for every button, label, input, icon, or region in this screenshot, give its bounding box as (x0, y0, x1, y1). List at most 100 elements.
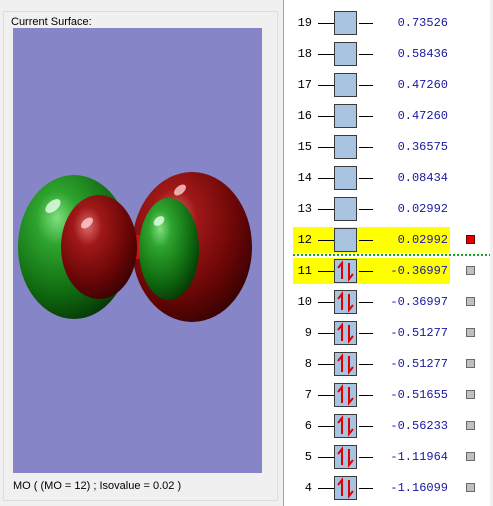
orbital-viewport[interactable] (13, 28, 262, 473)
mo-energy: -0.51277 (390, 326, 448, 340)
level-line (359, 240, 373, 241)
electron-pair-icon[interactable] (334, 290, 357, 314)
level-line (318, 488, 334, 489)
electron-pair-icon[interactable] (334, 383, 357, 407)
mo-number: 6 (304, 419, 312, 433)
mo-row[interactable]: 8 -0.51277 (284, 349, 490, 380)
mo-number: 16 (297, 109, 312, 123)
mo-row[interactable]: 18 0.58436 (284, 39, 490, 70)
empty-orbital-icon[interactable] (334, 104, 357, 128)
empty-orbital-icon[interactable] (334, 42, 357, 66)
surface-marker[interactable] (466, 266, 475, 275)
mo-number: 10 (297, 295, 312, 309)
level-line (359, 426, 373, 427)
mo-row[interactable]: 9 -0.51277 (284, 318, 490, 349)
mo-number: 4 (304, 481, 312, 495)
level-line (318, 54, 334, 55)
empty-orbital-icon[interactable] (334, 228, 357, 252)
mo-number: 17 (297, 78, 312, 92)
mo-number: 19 (297, 16, 312, 30)
level-line (359, 54, 373, 55)
empty-orbital-icon[interactable] (334, 197, 357, 221)
level-line (359, 488, 373, 489)
level-line (318, 457, 334, 458)
empty-orbital-icon[interactable] (334, 73, 357, 97)
homo-lumo-gap-line (293, 254, 490, 256)
mo-energy: 0.73526 (397, 16, 448, 30)
mo-energy: 0.58436 (397, 47, 448, 61)
mo-energy: -0.51655 (390, 388, 448, 402)
level-line (359, 457, 373, 458)
mo-list-panel[interactable]: 19 0.73526 18 0.58436 17 0.47260 16 0.47260 15 0.… (283, 0, 490, 506)
level-line (318, 364, 334, 365)
mo-row[interactable]: 12 0.02992 (284, 225, 490, 256)
level-line (318, 426, 334, 427)
mo-energy: 0.02992 (397, 233, 448, 247)
mo-row[interactable]: 6 -0.56233 (284, 411, 490, 442)
mo-row[interactable]: 5 -1.11964 (284, 442, 490, 473)
mo-energy: 0.08434 (397, 171, 448, 185)
surface-marker[interactable] (466, 297, 475, 306)
empty-orbital-icon[interactable] (334, 11, 357, 35)
level-line (318, 302, 334, 303)
level-line (359, 85, 373, 86)
mo-number: 9 (304, 326, 312, 340)
level-line (359, 116, 373, 117)
level-line (359, 23, 373, 24)
electron-pair-icon[interactable] (334, 321, 357, 345)
level-line (359, 302, 373, 303)
level-line (359, 271, 373, 272)
mo-row[interactable]: 4 -1.16099 (284, 473, 490, 504)
surface-marker[interactable] (466, 328, 475, 337)
level-line (318, 333, 334, 334)
surface-marker[interactable] (466, 359, 475, 368)
surface-caption: MO ( (MO = 12) ; Isovalue = 0.02 ) (13, 480, 182, 492)
mo-row[interactable]: 17 0.47260 (284, 70, 490, 101)
level-line (318, 240, 334, 241)
mo-energy: -0.56233 (390, 419, 448, 433)
mo-number: 18 (297, 47, 312, 61)
level-line (318, 395, 334, 396)
mo-number: 5 (304, 450, 312, 464)
mo-row[interactable]: 19 0.73526 (284, 8, 490, 39)
empty-orbital-icon[interactable] (334, 166, 357, 190)
mo-number: 13 (297, 202, 312, 216)
electron-pair-icon[interactable] (334, 259, 357, 283)
mo-energy: 0.47260 (397, 78, 448, 92)
mo-number: 15 (297, 140, 312, 154)
empty-orbital-icon[interactable] (334, 135, 357, 159)
mo-number: 7 (304, 388, 312, 402)
electron-pair-icon[interactable] (334, 414, 357, 438)
selected-surface-marker[interactable] (466, 235, 475, 244)
mo-row[interactable]: 15 0.36575 (284, 132, 490, 163)
mo-energy: -0.36997 (390, 295, 448, 309)
electron-pair-icon[interactable] (334, 445, 357, 469)
level-line (318, 85, 334, 86)
level-line (318, 209, 334, 210)
mo-row[interactable]: 11 -0.36997 (284, 256, 490, 287)
mo-energy: -1.16099 (390, 481, 448, 495)
surface-marker[interactable] (466, 421, 475, 430)
inner-left-lobe (61, 195, 137, 299)
level-line (359, 178, 373, 179)
surface-marker[interactable] (466, 452, 475, 461)
mo-row[interactable]: 7 -0.51655 (284, 380, 490, 411)
orbital-surface-render (18, 172, 252, 322)
mo-row[interactable]: 13 0.02992 (284, 194, 490, 225)
electron-pair-icon[interactable] (334, 352, 357, 376)
level-line (318, 178, 334, 179)
surface-marker[interactable] (466, 390, 475, 399)
level-line (318, 271, 334, 272)
mo-energy: 0.47260 (397, 109, 448, 123)
mo-row[interactable]: 10 -0.36997 (284, 287, 490, 318)
electron-pair-icon[interactable] (334, 476, 357, 500)
mo-row[interactable]: 14 0.08434 (284, 163, 490, 194)
inner-right-lobe (139, 198, 199, 300)
mo-number: 14 (297, 171, 312, 185)
level-line (359, 147, 373, 148)
mo-number: 11 (297, 264, 312, 278)
mo-row[interactable]: 16 0.47260 (284, 101, 490, 132)
surface-marker[interactable] (466, 483, 475, 492)
level-line (359, 395, 373, 396)
mo-energy: -0.36997 (390, 264, 448, 278)
